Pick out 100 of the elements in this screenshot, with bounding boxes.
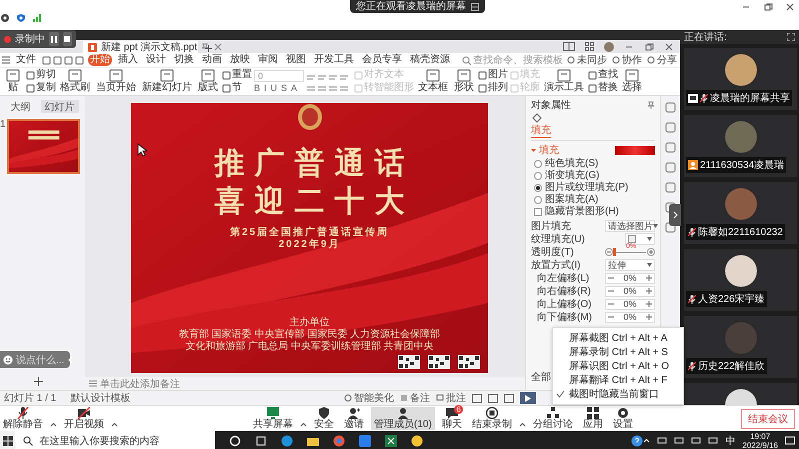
fullscreen-icon[interactable]	[787, 33, 795, 41]
toolbar-button[interactable]: 解除静音	[0, 407, 46, 430]
sorter-view-icon[interactable]	[488, 394, 498, 402]
radio-button[interactable]	[534, 196, 542, 204]
menu-item[interactable]: 截图时隐藏当前窗口	[553, 387, 683, 401]
header-action[interactable]: 未同步	[567, 53, 607, 67]
menu-tab[interactable]: 插入	[116, 54, 140, 66]
decrement-icon[interactable]	[608, 314, 614, 320]
increment-icon[interactable]	[646, 314, 652, 320]
toolbar-button[interactable]: 结束录制	[468, 407, 515, 430]
clock[interactable]: 19:07 2022/9/16	[742, 432, 778, 449]
radio-option[interactable]: 渐变填充(G)	[531, 170, 655, 181]
toolbar-button[interactable]: 管理成员(10)	[371, 407, 435, 430]
spin-field[interactable]: 0%	[605, 272, 655, 284]
app-icon[interactable]	[359, 434, 372, 446]
header-action[interactable]: 分享	[647, 53, 677, 67]
texture-dropdown[interactable]	[625, 233, 655, 245]
chevron-right-icon[interactable]	[672, 211, 678, 219]
radio-option[interactable]: 图片或纹理填充(P)	[531, 182, 655, 193]
slide-canvas[interactable]: 推广普通话 喜迎二十大 第25届全国推广普通话宣传周 2022年9月 主办单位 教育部 国家语委 中央宣传部 国家民委 人力资源社会保障部 文化和旅游部 广电总局 中央军委训练管理部 共青团中央	[131, 103, 488, 373]
reading-view-icon[interactable]	[504, 394, 514, 402]
settings-icon[interactable]	[0, 13, 10, 23]
new-tab-icon[interactable]	[204, 44, 213, 53]
ribbon-button[interactable]: 贴	[2, 69, 24, 94]
format-button[interactable]: A	[291, 83, 298, 93]
participant-tile[interactable]: 人资226宋宇臻	[684, 249, 797, 311]
radio-button[interactable]	[534, 172, 542, 180]
toolbar-button[interactable]: 开启视频	[61, 407, 107, 430]
pin-icon[interactable]	[647, 101, 655, 109]
taskbar-search[interactable]: 在这里输入你要搜索的内容	[15, 431, 216, 449]
menu-tab[interactable]: 视图	[284, 54, 308, 66]
menu-tab[interactable]: 切换	[172, 54, 196, 66]
decrement-icon[interactable]	[608, 275, 614, 281]
menu-tab[interactable]: 开发工具	[312, 54, 356, 66]
toolbar-button[interactable]: 聊天 6	[438, 407, 465, 430]
panel-tab[interactable]: 填充	[531, 123, 551, 138]
start-button[interactable]	[0, 431, 16, 449]
fill-preview[interactable]	[615, 146, 655, 154]
increment-icon[interactable]	[646, 301, 652, 307]
ribbon-button[interactable]: 排列	[478, 82, 508, 94]
menu-tab[interactable]: 文件	[14, 54, 38, 66]
minus-icon[interactable]	[605, 248, 613, 256]
decrement-icon[interactable]	[608, 288, 614, 294]
ribbon-button[interactable]: 格式刷	[58, 69, 92, 94]
close-icon[interactable]	[664, 42, 674, 52]
radio-option[interactable]: 图案填充(A)	[531, 194, 655, 205]
ribbon-button[interactable]: 演示工具	[542, 69, 586, 94]
ribbon-button[interactable]: 选择	[620, 69, 644, 94]
participant-tile[interactable]: 陈馨如2211610232	[684, 182, 797, 244]
input-method-indicator[interactable]: 中	[725, 434, 736, 448]
stop-button[interactable]	[62, 32, 72, 46]
menu-tab[interactable]: 审阅	[256, 54, 280, 66]
user-avatar-icon[interactable]	[604, 42, 614, 52]
notes-button[interactable]: 备注	[400, 391, 430, 405]
play-button[interactable]	[520, 392, 536, 404]
toolbar-button[interactable]: 安全	[311, 407, 337, 430]
ribbon-button[interactable]: 文本框	[416, 69, 450, 94]
toolbar-button[interactable]: 分组讨论	[530, 407, 576, 430]
menu-tab[interactable]: 动画	[200, 54, 224, 66]
toolbar-button[interactable]: 邀请	[341, 407, 367, 430]
spin-field[interactable]: 0%	[605, 312, 655, 322]
format-button[interactable]: U	[270, 83, 278, 93]
format-button[interactable]: B	[254, 83, 260, 93]
dropdown[interactable]: 拉伸	[605, 259, 655, 271]
spin-field[interactable]: 0%	[605, 286, 655, 296]
checkbox-option[interactable]: 隐藏背景图形(H)	[531, 206, 655, 217]
restore-icon[interactable]	[644, 42, 654, 52]
panel-tab[interactable]: 幻灯片	[40, 100, 78, 113]
end-meeting-button[interactable]: 结束会议	[741, 408, 795, 428]
menu-item[interactable]: 屏幕识图 Ctrl + Alt + O	[553, 359, 683, 373]
radio-button[interactable]	[534, 184, 542, 192]
apps-grid-icon[interactable]	[585, 42, 594, 51]
menu-item[interactable]: 屏幕翻译 Ctrl + Alt + F	[553, 373, 683, 387]
menu-tab[interactable]: 稿壳资源	[408, 54, 452, 66]
increment-icon[interactable]	[646, 288, 652, 294]
ribbon-button[interactable]: 替换	[588, 82, 618, 94]
collapse-icon[interactable]	[531, 148, 536, 152]
header-action[interactable]: 协作	[612, 53, 642, 67]
comments-button[interactable]: 批注	[436, 391, 466, 405]
ribbon-button[interactable]: 形状	[452, 69, 476, 94]
decrement-icon[interactable]	[608, 301, 614, 307]
menu-tab[interactable]: 放映	[228, 54, 252, 66]
slide-thumbnail[interactable]	[7, 119, 80, 174]
beautify-button[interactable]: 智能美化	[344, 391, 394, 405]
participant-tile[interactable]: 2111630534凌晨瑞	[684, 115, 797, 177]
participant-tile[interactable]: 凌晨瑞的屏幕共享	[684, 48, 797, 110]
ribbon-button[interactable]: 节	[222, 82, 252, 94]
ribbon-button[interactable]: 新建幻灯片	[140, 69, 194, 94]
browser-icon[interactable]	[281, 434, 294, 446]
grid-icon[interactable]	[471, 2, 479, 10]
toolbar-button[interactable]: 设置	[610, 407, 636, 430]
task-view-icon[interactable]	[255, 434, 268, 446]
menu-item[interactable]: 屏幕录制 Ctrl + Alt + S	[553, 345, 683, 359]
menu-item[interactable]: 屏幕截图 Ctrl + Alt + A	[553, 331, 683, 345]
ribbon-button[interactable]: 图片	[478, 69, 508, 81]
restore-icon[interactable]	[763, 2, 773, 12]
app-icon[interactable]	[411, 434, 424, 446]
pause-button[interactable]	[49, 32, 58, 46]
slider-thumb[interactable]	[613, 248, 616, 256]
ribbon-button[interactable]: 查找	[588, 69, 618, 81]
